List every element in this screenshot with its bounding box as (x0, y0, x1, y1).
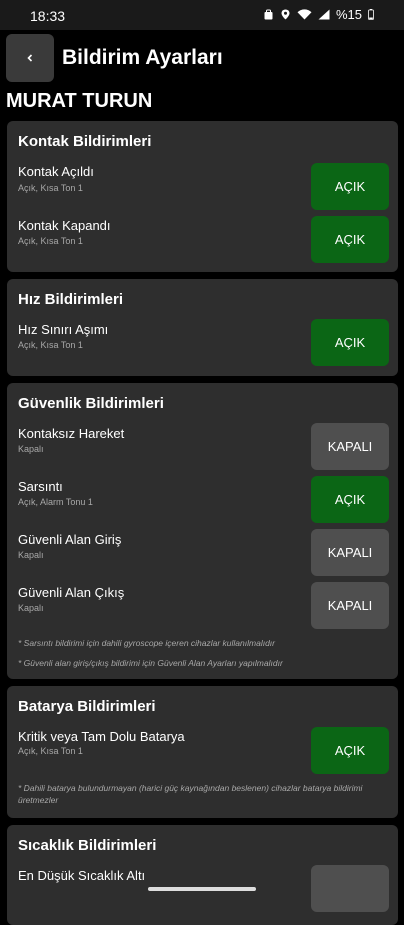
card-title: Sıcaklık Bildirimleri (18, 837, 157, 854)
card-guvenlik: Güvenlik Bildirimleri Kontaksız Hareket … (7, 383, 398, 679)
toggle-guvenli-alan-giris[interactable]: KAPALI (311, 529, 389, 576)
row-subtitle: Açık, Alarm Tonu 1 (18, 497, 93, 507)
page-title: Bildirim Ayarları (62, 46, 223, 69)
row-title: Güvenli Alan Giriş (18, 532, 122, 547)
header: Bildirim Ayarları (6, 34, 398, 84)
row-title: Güvenli Alan Çıkış (18, 585, 125, 600)
row-subtitle: Açık, Kısa Ton 1 (18, 340, 83, 350)
toggle-sarsinti[interactable]: AÇIK (311, 476, 389, 523)
toggle-hiz-siniri[interactable]: AÇIK (311, 319, 389, 366)
status-icons: %15 (263, 7, 374, 22)
card-sicaklik: Sıcaklık Bildirimleri En Düşük Sıcaklık … (7, 825, 398, 925)
card-title: Kontak Bildirimleri (18, 133, 152, 150)
battery-percent: %15 (335, 7, 362, 22)
arrow-left-icon (27, 54, 33, 62)
back-button[interactable] (6, 34, 54, 82)
row-subtitle: Açık, Kısa Ton 1 (18, 236, 83, 246)
user-name: MURAT TURUN (6, 90, 153, 112)
toggle-en-dusuk-sicaklik[interactable] (311, 865, 389, 912)
row-title: Sarsıntı (18, 479, 63, 494)
bag-icon (264, 9, 273, 20)
note: * Güvenli alan giriş/çıkış bildirimi içi… (18, 658, 283, 668)
card-title: Hız Bildirimleri (18, 291, 124, 308)
row-subtitle: Açık, Kısa Ton 1 (18, 183, 83, 193)
card-batarya: Batarya Bildirimleri Kritik veya Tam Dol… (7, 686, 398, 818)
card-title: Güvenlik Bildirimleri (18, 395, 164, 412)
location-icon (281, 9, 290, 20)
battery-icon (368, 9, 374, 20)
card-title: Batarya Bildirimleri (18, 698, 156, 715)
note: * Dahili batarya bulundurmayan (harici g… (18, 783, 363, 806)
toggle-kontak-acildi[interactable]: AÇIK (311, 163, 389, 210)
row-title: En Düşük Sıcaklık Altı (18, 868, 146, 883)
signal-icon (318, 9, 330, 20)
card-hiz: Hız Bildirimleri Hız Sınırı Aşımı Açık, … (7, 279, 398, 376)
row-subtitle: Açık, Kısa Ton 1 (18, 746, 83, 756)
row-title: Hız Sınırı Aşımı (18, 322, 109, 337)
card-kontak: Kontak Bildirimleri Kontak Açıldı Açık, … (7, 121, 398, 272)
gesture-bar[interactable] (148, 887, 256, 891)
toggle-kontaksiz-hareket[interactable]: KAPALI (311, 423, 389, 470)
status-bar: 18:33 %15 (0, 0, 404, 30)
note: * Sarsıntı bildirimi için dahili gyrosco… (18, 638, 275, 648)
row-subtitle: Kapalı (18, 603, 44, 613)
toggle-batarya[interactable]: AÇIK (311, 727, 389, 774)
wifi-icon (297, 9, 312, 20)
row-title: Kontaksız Hareket (18, 426, 125, 441)
row-subtitle: Kapalı (18, 444, 44, 454)
row-title: Kontak Kapandı (18, 218, 111, 233)
status-time: 18:33 (30, 8, 66, 24)
row-title: Kontak Açıldı (18, 164, 94, 179)
toggle-guvenli-alan-cikis[interactable]: KAPALI (311, 582, 389, 629)
row-title: Kritik veya Tam Dolu Batarya (18, 729, 185, 744)
toggle-kontak-kapandi[interactable]: AÇIK (311, 216, 389, 263)
row-subtitle: Kapalı (18, 550, 44, 560)
